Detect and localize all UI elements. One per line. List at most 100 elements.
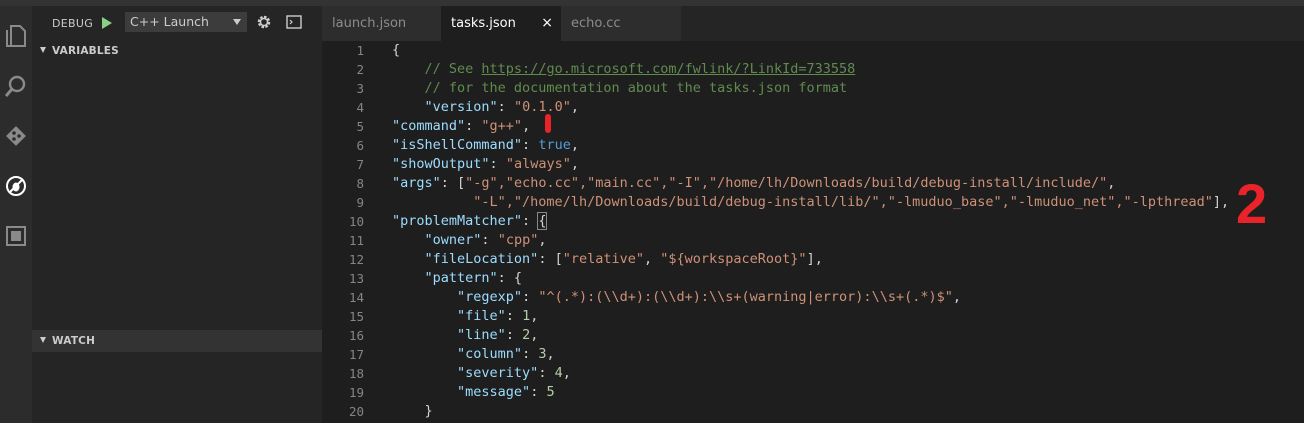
code-line: 12 "fileLocation": ["relative", "${works…	[322, 250, 1304, 269]
code-line: 15 "file": 1,	[322, 307, 1304, 326]
code-line: 20 }	[322, 402, 1304, 421]
code-line: 13 "pattern": {	[322, 269, 1304, 288]
line-content: "fileLocation": ["relative", "${workspac…	[424, 251, 823, 267]
json-string: "-g","echo.cc","main.cc","-I","/home/lh/…	[465, 175, 1108, 191]
json-key: "column"	[457, 346, 523, 362]
json-key: "message"	[457, 384, 531, 400]
line-number: 20	[348, 404, 364, 419]
comment: // See	[424, 61, 482, 77]
start-debugging-icon[interactable]	[100, 15, 114, 31]
line-number: 4	[356, 100, 364, 115]
annotation-mark-1	[545, 114, 551, 133]
expand-icon	[40, 337, 46, 343]
line-content: {	[392, 42, 401, 58]
code-line: 14 "regexp": "^(.*):(\\d+):(\\d+):\\s+(w…	[322, 288, 1304, 307]
json-key: "showOutput"	[392, 156, 490, 172]
tab-tasks-json[interactable]: tasks.json ×	[441, 6, 561, 41]
code-line: 11 "owner": "cpp",	[322, 231, 1304, 250]
tab-echo-cc[interactable]: echo.cc	[561, 6, 681, 41]
tab-label: tasks.json	[451, 16, 516, 31]
debug-icon[interactable]	[0, 168, 32, 204]
tab-launch-json[interactable]: launch.json	[322, 6, 441, 41]
line-number: 10	[348, 214, 364, 229]
debug-console-icon[interactable]	[286, 15, 302, 29]
line-content: "file": 1,	[457, 308, 539, 324]
extensions-icon[interactable]	[0, 218, 32, 254]
line-content: "severity": 4,	[457, 365, 571, 381]
line-number: 5	[356, 119, 364, 134]
json-string: "^(.*):(\\d+):(\\d+):\\s+(warning|error)…	[538, 289, 953, 305]
debug-title: DEBUG	[52, 17, 94, 30]
json-string: "${workspaceRoot}"	[660, 251, 807, 267]
json-string: "0.1.0"	[513, 99, 571, 115]
code-line: 9 "-L","/home/lh/Downloads/build/debug-i…	[322, 193, 1304, 212]
code-line: 10 "problemMatcher": {	[322, 212, 1304, 231]
line-content: }	[392, 403, 433, 419]
json-string: "cpp"	[497, 232, 539, 248]
launch-configuration-select[interactable]: C++ Launch	[125, 12, 247, 32]
line-number: 17	[348, 347, 364, 362]
json-string: "-L","/home/lh/Downloads/build/debug-ins…	[473, 194, 1213, 210]
line-content: "command": "g++",	[392, 118, 531, 134]
line-content: "showOutput": "always",	[392, 156, 579, 172]
gear-icon[interactable]	[256, 14, 272, 30]
code-line: 16 "line": 2,	[322, 326, 1304, 345]
launch-configuration-value: C++ Launch	[130, 14, 209, 29]
line-content: "args": ["-g","echo.cc","main.cc","-I","…	[392, 175, 1116, 191]
json-key: "owner"	[424, 232, 482, 248]
json-key: "version"	[424, 99, 498, 115]
expand-icon	[40, 47, 46, 53]
json-key: "pattern"	[424, 270, 498, 286]
variables-label: VARIABLES	[52, 45, 119, 57]
search-icon[interactable]	[0, 68, 32, 104]
tab-label: echo.cc	[571, 16, 621, 31]
code-line: 7 "showOutput": "always",	[322, 155, 1304, 174]
watch-label: WATCH	[52, 335, 96, 347]
code-line: 17 "column": 3,	[322, 345, 1304, 364]
line-number: 11	[348, 233, 364, 248]
watch-section-header[interactable]: WATCH	[32, 330, 322, 352]
variables-section-header[interactable]: VARIABLES	[32, 40, 322, 62]
line-content: "pattern": {	[424, 270, 523, 286]
chevron-down-icon	[233, 19, 241, 25]
json-key: "isShellCommand"	[392, 137, 523, 153]
line-content: // See https://go.microsoft.com/fwlink/?…	[392, 60, 856, 79]
explorer-icon[interactable]	[0, 18, 32, 54]
code-line: 2 // See https://go.microsoft.com/fwlink…	[322, 60, 1304, 79]
line-number: 13	[348, 271, 364, 286]
annotation-mark-2: 2	[1236, 172, 1268, 235]
docs-link[interactable]: https://go.microsoft.com/fwlink/?LinkId=…	[481, 61, 855, 77]
line-number: 2	[356, 62, 364, 77]
line-content: // for the documentation about the tasks…	[392, 79, 848, 98]
json-string: "relative"	[562, 251, 644, 267]
debug-toolbar: DEBUG C++ Launch	[32, 6, 322, 40]
close-icon[interactable]: ×	[541, 15, 553, 31]
line-number: 7	[356, 157, 364, 172]
json-key: "args"	[392, 175, 441, 191]
line-content: "regexp": "^(.*):(\\d+):(\\d+):\\s+(warn…	[457, 289, 961, 305]
line-number: 9	[356, 195, 364, 210]
json-key: "command"	[392, 118, 466, 134]
line-number: 18	[348, 366, 364, 381]
comment: // for the documentation about the tasks…	[424, 80, 848, 96]
code-line: 3 // for the documentation about the tas…	[322, 79, 1304, 98]
activity-bar	[0, 6, 32, 423]
json-key: "fileLocation"	[424, 251, 539, 267]
json-string: "always"	[505, 156, 571, 172]
json-key: "severity"	[457, 365, 539, 381]
json-key: "problemMatcher"	[392, 213, 523, 229]
line-content: "column": 3,	[457, 346, 555, 362]
line-content: "isShellCommand": true,	[392, 137, 579, 153]
json-number: 2	[522, 327, 531, 343]
line-number: 12	[348, 252, 364, 267]
git-icon[interactable]	[0, 118, 32, 154]
code-editor[interactable]: 1 { 2 // See https://go.microsoft.com/fw…	[322, 41, 1304, 423]
code-line: 6 "isShellCommand": true,	[322, 136, 1304, 155]
json-key: "regexp"	[457, 289, 523, 305]
code-line: 1 {	[322, 41, 1304, 60]
line-content: "owner": "cpp",	[424, 232, 547, 248]
line-number: 8	[356, 176, 364, 191]
line-number: 16	[348, 328, 364, 343]
json-number: 3	[538, 346, 547, 362]
editor-tabs: launch.json tasks.json × echo.cc	[322, 6, 1304, 41]
